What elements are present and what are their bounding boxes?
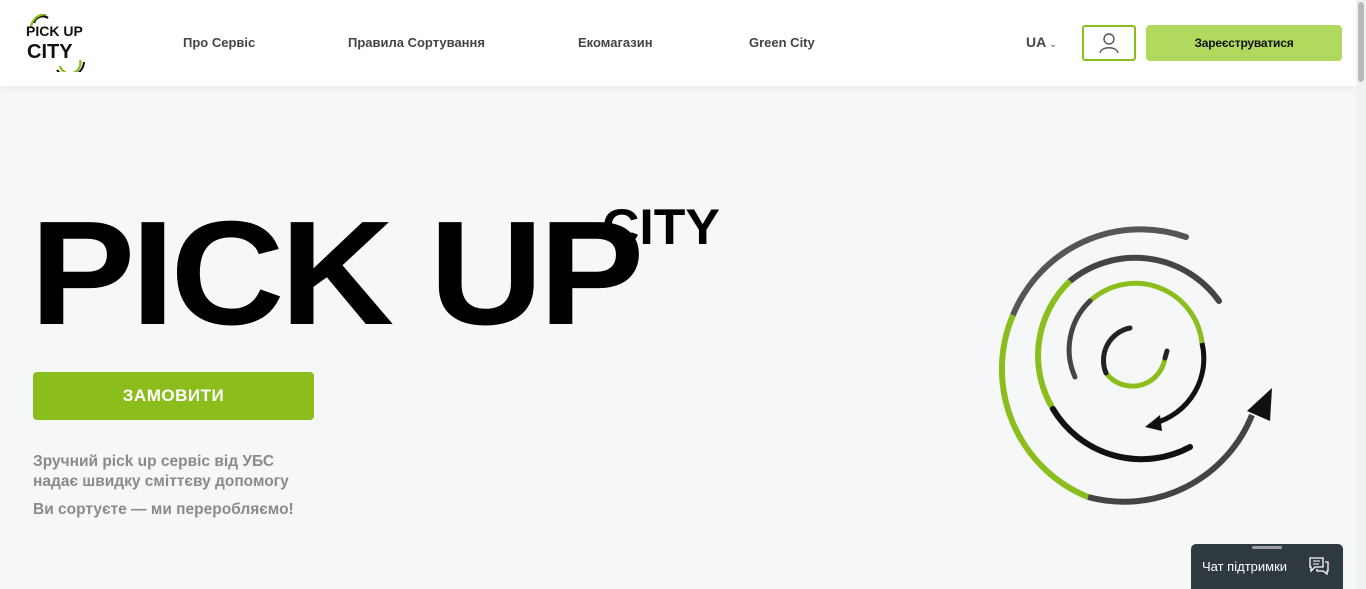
user-login-button[interactable] <box>1082 25 1136 61</box>
nav-green-city[interactable]: Green City <box>749 35 815 50</box>
chat-handle <box>1252 546 1282 549</box>
language-selector[interactable]: UA ⌄ <box>1026 34 1057 50</box>
nav-about-service[interactable]: Про Сервіс <box>183 35 255 50</box>
chevron-down-icon: ⌄ <box>1049 39 1057 49</box>
description-line-2: надає швидку сміттєву допомогу <box>33 473 289 490</box>
spiral-illustration <box>990 215 1290 515</box>
nav-sorting-rules[interactable]: Правила Сортування <box>348 35 485 50</box>
hero-tagline: Ви сортуєте — ми переробляємо! <box>33 501 294 518</box>
scrollbar-thumb[interactable] <box>1358 2 1364 82</box>
support-chat-widget[interactable]: Чат підтримки <box>1191 544 1343 589</box>
logo-text-bottom: CITY <box>27 41 73 63</box>
nav-eco-shop[interactable]: Екомагазин <box>578 35 653 50</box>
hero-description: Зручний pick up сервіс від УБС надає шви… <box>33 452 353 492</box>
chat-label: Чат підтримки <box>1202 559 1288 574</box>
register-button[interactable]: Зареєструватися <box>1146 25 1342 61</box>
logo-text-top: PICK UP <box>26 23 83 39</box>
logo[interactable]: PICK UP CITY <box>24 14 90 72</box>
hero-title-sup: CITY <box>602 200 720 255</box>
language-label: UA <box>1026 34 1047 50</box>
chat-bubble-icon <box>1309 557 1329 576</box>
hero-title-main: PICK UP <box>30 200 640 330</box>
description-line-1: Зручний pick up сервіс від УБС <box>33 453 275 470</box>
user-icon <box>1099 33 1119 54</box>
scrollbar-track[interactable] <box>1356 0 1366 589</box>
header: PICK UP CITY Про Сервіс Правила Сортуван… <box>0 0 1356 86</box>
order-button[interactable]: ЗАМОВИТИ <box>33 372 314 420</box>
logo-mark: PICK UP CITY <box>26 14 85 72</box>
hero-title: PICK UP CITY <box>30 191 730 356</box>
